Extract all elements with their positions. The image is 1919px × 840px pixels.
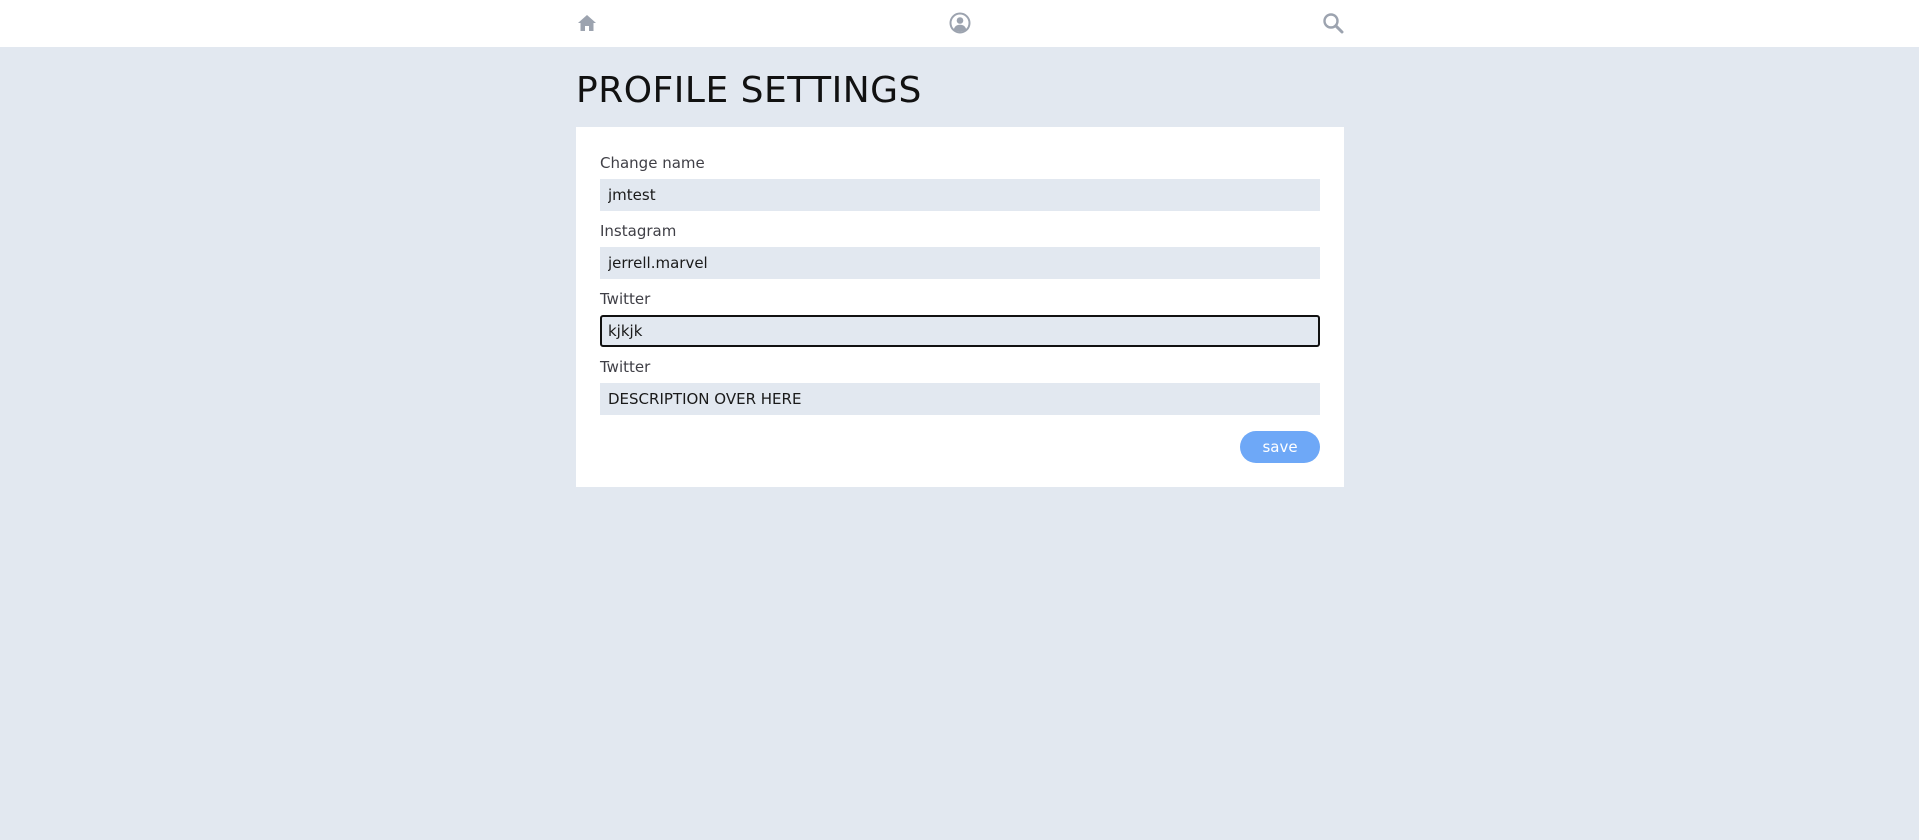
change-name-label: Change name: [600, 154, 705, 172]
user-icon[interactable]: [949, 12, 971, 34]
twitter-label: Twitter: [600, 290, 651, 308]
instagram-label: Instagram: [600, 222, 677, 240]
save-button[interactable]: save: [1240, 431, 1320, 463]
top-nav-inner: [576, 0, 1344, 47]
description-label: Twitter: [600, 358, 651, 376]
change-name-input[interactable]: [600, 179, 1320, 211]
top-nav-bar: [0, 0, 1919, 47]
profile-settings-card: Change name Instagram Twitter Twitter sa…: [576, 127, 1344, 487]
description-input[interactable]: [600, 383, 1320, 415]
search-icon[interactable]: [1322, 12, 1344, 34]
home-icon[interactable]: [576, 12, 598, 34]
page-title: PROFILE SETTINGS: [576, 70, 922, 111]
instagram-input[interactable]: [600, 247, 1320, 279]
twitter-input[interactable]: [600, 315, 1320, 347]
